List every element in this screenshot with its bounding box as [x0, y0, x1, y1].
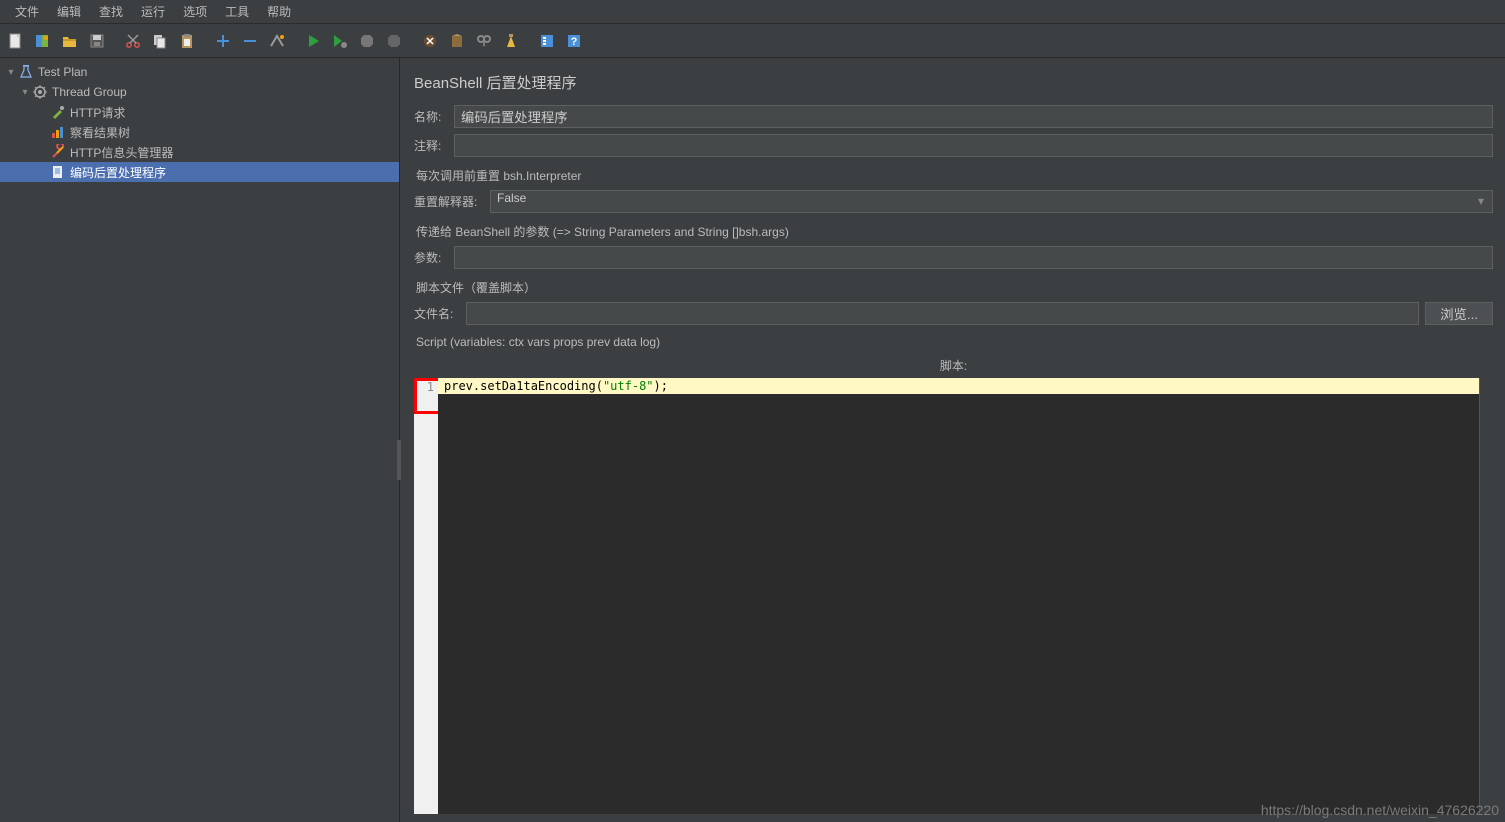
code-editor[interactable]: 1 prev.setDa1taEncoding("utf-8");: [414, 378, 1493, 814]
content-panel: BeanShell 后置处理程序 名称: 注释: 每次调用前重置 bsh.Int…: [400, 58, 1505, 822]
save-icon[interactable]: [85, 29, 109, 53]
copy-icon[interactable]: [148, 29, 172, 53]
comment-label: 注释:: [414, 137, 448, 154]
params-section-label: 传递给 BeanShell 的参数 (=> String Parameters …: [416, 223, 1493, 240]
test-plan-tree[interactable]: ▾ Test Plan ▾ Thread Group HTTP请求 察看结果树 …: [0, 58, 399, 182]
tree-label: Thread Group: [52, 85, 127, 99]
pipette-icon: [50, 104, 66, 120]
tree-label: 编码后置处理程序: [70, 164, 166, 181]
menu-search[interactable]: 查找: [90, 3, 132, 20]
templates-icon[interactable]: [31, 29, 55, 53]
reset-label: 重置解释器:: [414, 193, 484, 210]
script-hint-label: Script (variables: ctx vars props prev d…: [416, 335, 1493, 349]
watermark-text: https://blog.csdn.net/weixin_47626220: [1261, 802, 1499, 818]
line-number: 1: [414, 380, 434, 394]
shutdown-icon[interactable]: [382, 29, 406, 53]
menu-edit[interactable]: 编辑: [48, 3, 90, 20]
open-icon[interactable]: [58, 29, 82, 53]
flask-icon: [18, 64, 34, 80]
tree-label: 察看结果树: [70, 124, 130, 141]
panel-title: BeanShell 后置处理程序: [414, 72, 1493, 93]
params-field[interactable]: [454, 246, 1493, 269]
cut-icon[interactable]: [121, 29, 145, 53]
start-no-pause-icon[interactable]: [328, 29, 352, 53]
reset-select[interactable]: False: [490, 190, 1493, 213]
main-area: ▾ Test Plan ▾ Thread Group HTTP请求 察看结果树 …: [0, 58, 1505, 822]
gear-icon: [32, 84, 48, 100]
line-gutter: 1: [414, 378, 438, 814]
new-file-icon[interactable]: [4, 29, 28, 53]
stop-icon[interactable]: [355, 29, 379, 53]
code-line[interactable]: prev.setDa1taEncoding("utf-8");: [438, 378, 1479, 394]
expand-icon[interactable]: [211, 29, 235, 53]
filename-label: 文件名:: [414, 305, 460, 322]
menu-file[interactable]: 文件: [6, 3, 48, 20]
help-icon[interactable]: ?: [562, 29, 586, 53]
svg-text:?: ?: [571, 36, 578, 48]
reset-section-label: 每次调用前重置 bsh.Interpreter: [416, 167, 1493, 184]
reset-search-icon[interactable]: [499, 29, 523, 53]
tree-node-test-plan[interactable]: ▾ Test Plan: [0, 62, 399, 82]
vertical-scrollbar[interactable]: [1479, 378, 1493, 814]
comment-field[interactable]: [454, 134, 1493, 157]
wrench-icon: [50, 144, 66, 160]
tree-label: Test Plan: [38, 65, 87, 79]
menu-help[interactable]: 帮助: [258, 3, 300, 20]
name-field[interactable]: [454, 105, 1493, 128]
script-label: 脚本:: [414, 357, 1493, 374]
chevron-down-icon[interactable]: ▾: [4, 67, 18, 78]
name-label: 名称:: [414, 108, 448, 125]
tree-node-result-tree[interactable]: 察看结果树: [0, 122, 399, 142]
clear-icon[interactable]: [418, 29, 442, 53]
search-icon[interactable]: [472, 29, 496, 53]
start-icon[interactable]: [301, 29, 325, 53]
filename-field[interactable]: [466, 302, 1419, 325]
toggle-icon[interactable]: [265, 29, 289, 53]
tree-label: HTTP请求: [70, 104, 125, 121]
params-label: 参数:: [414, 249, 448, 266]
document-icon: [50, 164, 66, 180]
menu-run[interactable]: 运行: [132, 3, 174, 20]
menu-options[interactable]: 选项: [174, 3, 216, 20]
browse-button[interactable]: 浏览...: [1425, 302, 1493, 325]
function-helper-icon[interactable]: [535, 29, 559, 53]
menu-tools[interactable]: 工具: [216, 3, 258, 20]
clear-all-icon[interactable]: [445, 29, 469, 53]
tree-label: HTTP信息头管理器: [70, 144, 173, 161]
paste-icon[interactable]: [175, 29, 199, 53]
toolbar: ?: [0, 24, 1505, 58]
chart-icon: [50, 124, 66, 140]
menu-bar: 文件 编辑 查找 运行 选项 工具 帮助: [0, 0, 1505, 24]
tree-node-thread-group[interactable]: ▾ Thread Group: [0, 82, 399, 102]
tree-panel: ▾ Test Plan ▾ Thread Group HTTP请求 察看结果树 …: [0, 58, 400, 822]
code-area[interactable]: prev.setDa1taEncoding("utf-8");: [438, 378, 1479, 814]
tree-node-http-request[interactable]: HTTP请求: [0, 102, 399, 122]
chevron-down-icon[interactable]: ▾: [18, 87, 32, 98]
tree-node-header-manager[interactable]: HTTP信息头管理器: [0, 142, 399, 162]
collapse-icon[interactable]: [238, 29, 262, 53]
tree-node-beanshell-post[interactable]: 编码后置处理程序: [0, 162, 399, 182]
splitter-handle[interactable]: [397, 440, 401, 480]
scriptfile-section-label: 脚本文件（覆盖脚本）: [416, 279, 1493, 296]
